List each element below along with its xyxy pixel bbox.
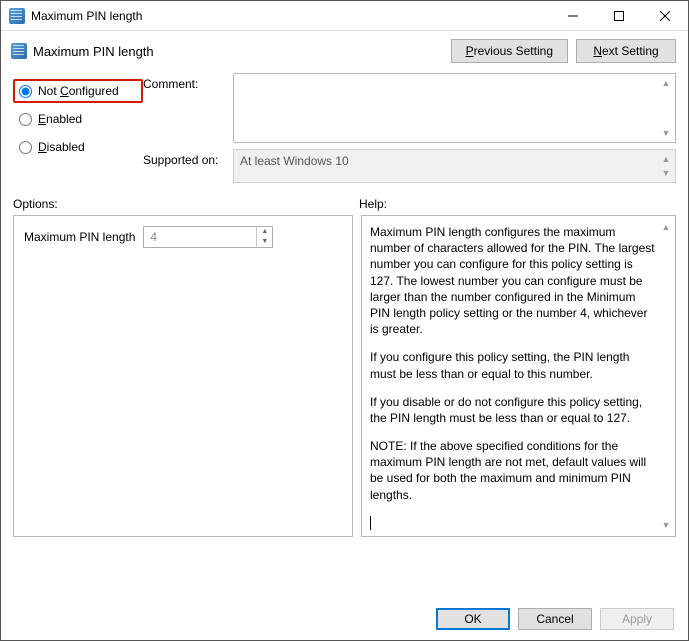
policy-icon — [9, 8, 25, 24]
radio-enabled-input[interactable] — [19, 113, 32, 126]
options-panel: Maximum PIN length 4 ▲ ▼ — [13, 215, 353, 537]
radio-disabled-input[interactable] — [19, 141, 32, 154]
supported-on-value: At least Windows 10 — [240, 154, 349, 168]
help-section-label: Help: — [359, 197, 387, 211]
scroll-down-icon: ▼ — [659, 126, 673, 140]
maximize-icon — [614, 11, 624, 21]
max-pin-length-spinner[interactable]: 4 ▲ ▼ — [143, 226, 273, 248]
option-max-pin-label: Maximum PIN length — [24, 230, 135, 244]
dialog-footer: OK Cancel Apply — [436, 608, 674, 630]
close-icon — [660, 11, 670, 21]
cancel-button[interactable]: Cancel — [518, 608, 592, 630]
policy-icon — [11, 43, 27, 59]
radio-not-configured[interactable]: Not Configured — [13, 79, 143, 103]
radio-not-configured-label: Not Configured — [38, 84, 119, 98]
max-pin-length-value: 4 — [144, 230, 256, 244]
next-setting-button[interactable]: Next Setting — [576, 39, 676, 63]
text-cursor — [370, 516, 371, 530]
apply-button: Apply — [600, 608, 674, 630]
help-panel[interactable]: Maximum PIN length configures the maximu… — [361, 215, 676, 537]
state-radios: Not Configured Enabled Disabled — [13, 73, 143, 183]
close-button[interactable] — [642, 1, 688, 31]
spinner-up-icon[interactable]: ▲ — [257, 227, 272, 237]
previous-setting-button[interactable]: Previous Setting — [451, 39, 568, 63]
scroll-down-icon: ▼ — [659, 166, 673, 180]
maximize-button[interactable] — [596, 1, 642, 31]
radio-disabled-label: Disabled — [38, 140, 85, 154]
scroll-up-icon: ▲ — [659, 152, 673, 166]
comment-label: Comment: — [143, 73, 233, 91]
titlebar: Maximum PIN length — [1, 1, 688, 31]
policy-title: Maximum PIN length — [33, 44, 154, 59]
radio-enabled-label: Enabled — [38, 112, 82, 126]
options-section-label: Options: — [13, 197, 359, 211]
scrollbar[interactable]: ▲ ▼ — [659, 220, 673, 532]
scroll-down-icon: ▼ — [659, 518, 673, 532]
help-paragraph: If you configure this policy setting, th… — [370, 349, 657, 381]
help-paragraph: NOTE: If the above specified conditions … — [370, 438, 657, 503]
scroll-up-icon: ▲ — [659, 220, 673, 234]
help-paragraph: If you disable or do not configure this … — [370, 394, 657, 426]
window-title: Maximum PIN length — [31, 9, 142, 23]
minimize-button[interactable] — [550, 1, 596, 31]
spinner-down-icon[interactable]: ▼ — [257, 237, 272, 247]
help-paragraph: Maximum PIN length configures the maximu… — [370, 224, 657, 337]
radio-not-configured-input[interactable] — [19, 85, 32, 98]
radio-disabled[interactable]: Disabled — [13, 135, 143, 159]
radio-enabled[interactable]: Enabled — [13, 107, 143, 131]
supported-on-label: Supported on: — [143, 149, 233, 167]
scroll-up-icon: ▲ — [659, 76, 673, 90]
comment-textarea[interactable]: ▲ ▼ — [233, 73, 676, 143]
scrollbar: ▲ ▼ — [659, 152, 673, 180]
supported-on-box: At least Windows 10 ▲ ▼ — [233, 149, 676, 183]
ok-button[interactable]: OK — [436, 608, 510, 630]
header-row: Maximum PIN length Previous Setting Next… — [1, 31, 688, 73]
scrollbar[interactable]: ▲ ▼ — [659, 76, 673, 140]
minimize-icon — [568, 11, 578, 21]
